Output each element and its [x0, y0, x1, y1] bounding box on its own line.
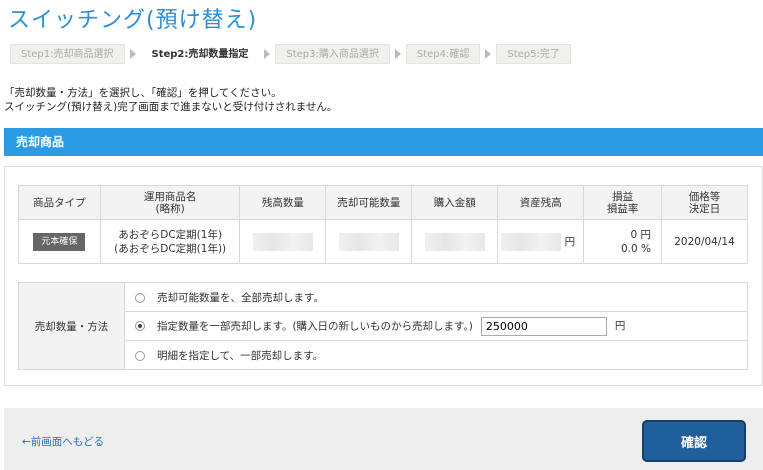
- step-2-current: Step2:売却数量指定: [140, 44, 260, 64]
- option-sell-all-row[interactable]: 売却可能数量を、全部売却します。: [124, 282, 748, 312]
- product-short-name: (あおぞらDC定期(1年)): [114, 242, 227, 255]
- step-5: Step5:完了: [496, 44, 571, 64]
- option-sell-all-label: 売却可能数量を、全部売却します。: [157, 291, 324, 304]
- cell-balance-qty: [239, 219, 327, 264]
- page-title: スイッチング(預け替え): [8, 8, 258, 33]
- masked-value: [252, 232, 313, 251]
- header-price-line1: 価格等: [688, 190, 721, 203]
- cell-asset-balance: 円: [497, 219, 585, 264]
- cell-purchase-amount: [411, 219, 499, 264]
- asset-unit: 円: [564, 235, 576, 248]
- cell-profit-loss: 0 円 0.0 %: [583, 219, 663, 264]
- option-sell-detail-label: 明細を指定して、一部売却します。: [157, 349, 324, 362]
- header-price-line2: 決定日: [688, 202, 721, 215]
- option-sell-detail-row[interactable]: 明細を指定して、一部売却します。: [124, 340, 748, 370]
- pl-rate: 0.0 %: [621, 242, 652, 255]
- step-1: Step1:売却商品選択: [10, 44, 125, 64]
- step-arrow-icon: [129, 49, 136, 59]
- step-4: Step4:確認: [405, 44, 481, 64]
- header-name: 運用商品名 (略称): [99, 185, 241, 220]
- quantity-input[interactable]: [480, 316, 607, 336]
- cell-sellable-qty: [325, 219, 413, 264]
- masked-value: [338, 232, 399, 251]
- step-arrow-icon: [485, 49, 492, 59]
- header-name-line2: (略称): [155, 202, 185, 215]
- product-type-badge: 元本確保: [33, 232, 86, 251]
- product-table: 商品タイプ 運用商品名 (略称) 残高数量 売却可能数量 購入金額 資産残高 損…: [18, 185, 748, 264]
- option-sell-partial-row[interactable]: 指定数量を一部売却します。(購入日の新しいものから売却します。) 円: [124, 311, 748, 341]
- instruction-line-2: スイッチング(預け替え)完了画面まで進まないと受け付けされません。: [4, 101, 338, 113]
- header-pl-line2: 損益率: [606, 202, 639, 215]
- table-row: 元本確保 あおぞらDC定期(1年) (あおぞらDC定期(1年)) 円 0 円 0…: [18, 219, 748, 264]
- cell-type: 元本確保: [18, 219, 101, 264]
- header-sellable-qty: 売却可能数量: [325, 185, 413, 220]
- confirm-button[interactable]: 確認: [642, 420, 746, 462]
- sell-method-label: 売却数量・方法: [18, 282, 125, 370]
- header-balance-qty: 残高数量: [239, 185, 327, 220]
- header-purchase-amount: 購入金額: [411, 185, 499, 220]
- step-arrow-icon: [394, 49, 401, 59]
- table-header-row: 商品タイプ 運用商品名 (略称) 残高数量 売却可能数量 購入金額 資産残高 損…: [18, 185, 748, 220]
- header-asset-balance: 資産残高: [497, 185, 585, 220]
- masked-value: [424, 232, 485, 251]
- sell-method-table: 売却数量・方法 売却可能数量を、全部売却します。 指定数量を一部売却します。(購…: [18, 282, 748, 370]
- product-name: あおぞらDC定期(1年): [118, 228, 223, 241]
- quantity-unit: 円: [614, 320, 626, 332]
- header-name-line1: 運用商品名: [143, 190, 197, 203]
- header-type: 商品タイプ: [18, 185, 101, 220]
- masked-value: [501, 232, 562, 251]
- radio-sell-all[interactable]: [135, 292, 145, 303]
- cell-product-name: あおぞらDC定期(1年) (あおぞらDC定期(1年)): [99, 219, 241, 264]
- step-3: Step3:購入商品選択: [275, 44, 390, 64]
- header-profit-loss: 損益 損益率: [583, 185, 663, 220]
- radio-sell-partial[interactable]: [135, 321, 145, 331]
- instructions: 「売却数量・方法」を選択し、「確認」を押してください。 スイッチング(預け替え)…: [4, 86, 337, 114]
- radio-sell-detail[interactable]: [135, 350, 145, 361]
- header-pl-line1: 損益: [612, 190, 634, 203]
- step-arrow-icon: [264, 49, 271, 59]
- section-header: 売却商品: [4, 128, 763, 156]
- option-sell-partial-label: 指定数量を一部売却します。(購入日の新しいものから売却します。): [157, 320, 473, 332]
- header-price-date: 価格等 決定日: [661, 185, 748, 220]
- step-progress: Step1:売却商品選択 Step2:売却数量指定 Step3:購入商品選択 S…: [10, 44, 571, 64]
- instruction-line-1: 「売却数量・方法」を選択し、「確認」を押してください。: [4, 87, 282, 99]
- pl-amount: 0 円: [630, 228, 652, 241]
- cell-price-date: 2020/04/14: [661, 219, 748, 264]
- back-link[interactable]: ←前画面へもどる: [22, 434, 104, 449]
